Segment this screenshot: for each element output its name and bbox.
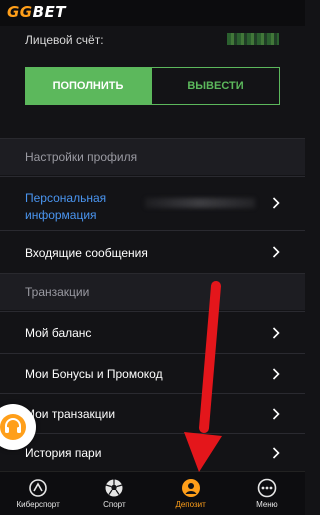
nav-sport[interactable]: Спорт: [76, 472, 152, 515]
my-balance-item[interactable]: Мой баланс: [0, 311, 305, 353]
my-transactions-label: Мои транзакции: [25, 407, 116, 421]
incoming-messages-label: Входящие сообщения: [25, 246, 148, 260]
transactions-header: Транзакции: [0, 273, 305, 310]
deposit-button[interactable]: ПОПОЛНИТЬ: [25, 67, 151, 105]
my-balance-label: Мой баланс: [25, 326, 92, 340]
bet-history-label: История пари: [25, 446, 102, 460]
chevron-right-icon: [272, 246, 280, 258]
nav-esports[interactable]: Киберспорт: [0, 472, 76, 515]
nav-menu-label: Меню: [256, 500, 278, 509]
headset-icon: [0, 414, 26, 440]
nav-esports-label: Киберспорт: [16, 500, 60, 509]
chevron-right-icon: [272, 197, 280, 209]
nav-menu[interactable]: Меню: [229, 472, 305, 515]
bottom-navigation: Киберспорт Спорт Депозит Меню: [0, 471, 305, 515]
chevron-right-icon: [272, 367, 280, 380]
profile-settings-header: Настройки профиля: [0, 138, 305, 175]
app-header: GGBET: [0, 0, 305, 26]
esports-icon: [29, 479, 47, 497]
bet-history-item[interactable]: История пари: [0, 433, 305, 471]
chevron-right-icon: [272, 446, 280, 459]
personal-info-label: Персональная информация: [25, 191, 107, 222]
personal-info-item[interactable]: Персональная информация: [0, 176, 305, 229]
nav-sport-label: Спорт: [103, 500, 126, 509]
account-row: Лицевой счёт:: [25, 31, 285, 49]
user-name-redacted: [145, 198, 255, 208]
nav-deposit[interactable]: Депозит: [153, 472, 229, 515]
incoming-messages-item[interactable]: Входящие сообщения: [0, 230, 305, 273]
soccer-ball-icon: [105, 479, 123, 497]
account-number-redacted: [227, 33, 279, 45]
more-icon: [257, 478, 277, 498]
withdraw-button[interactable]: ВЫВЕСТИ: [151, 67, 280, 105]
chevron-right-icon: [272, 326, 280, 339]
user-icon: [181, 479, 200, 497]
bonuses-promocode-label: Мои Бонусы и Промокод: [25, 367, 163, 381]
account-label: Лицевой счёт:: [25, 33, 104, 47]
bonuses-promocode-item[interactable]: Мои Бонусы и Промокод: [0, 353, 305, 393]
ggbet-logo[interactable]: GGBET: [7, 3, 66, 21]
my-transactions-item[interactable]: Мои транзакции: [0, 393, 305, 433]
nav-deposit-label: Депозит: [175, 500, 206, 509]
chevron-right-icon: [272, 407, 280, 420]
